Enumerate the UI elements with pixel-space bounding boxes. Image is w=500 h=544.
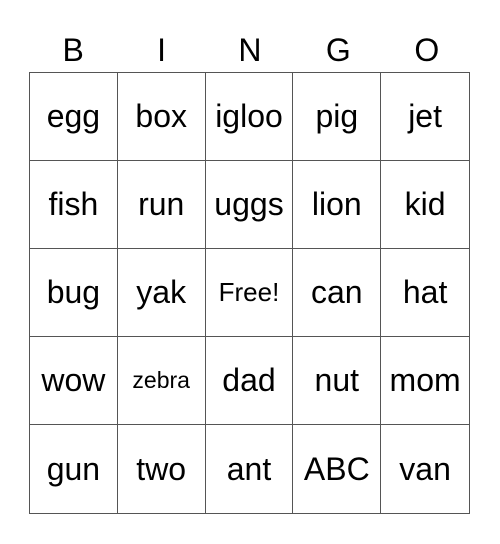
bingo-cell: jet [381,73,469,161]
header-letter-o: O [414,32,440,68]
bingo-cell: zebra [117,337,206,425]
header-letter-i: I [157,32,167,68]
header-letter-g: G [325,32,351,68]
bingo-header: B I N G O [29,28,471,72]
bingo-cell: ABC [293,425,382,513]
bingo-cell: van [399,450,451,487]
bingo-cell: dad [205,337,294,425]
bingo-cell: can [293,249,382,337]
header-letter-n: N [238,32,262,68]
bingo-cell: nut [293,337,382,425]
bingo-cell: run [117,161,206,249]
bingo-cell: mom [381,337,469,425]
bingo-cell: igloo [205,73,294,161]
bingo-cell: wow [30,337,118,425]
bingo-cell: bug [30,249,118,337]
bingo-cell: yak [117,249,206,337]
bingo-cell: pig [293,73,382,161]
bingo-cell: ant [206,425,294,513]
bingo-cell: lion [293,161,382,249]
bingo-cell: box [117,73,206,161]
bingo-cell: egg [30,73,118,161]
bingo-cell: uggs [205,161,294,249]
bingo-cell: two [118,425,206,513]
free-space-cell: Free! [205,249,294,337]
bingo-cell: kid [381,161,469,249]
header-letter-b: B [62,32,84,68]
bingo-cell: hat [381,249,469,337]
bingo-card: egg box igloo pig jet fish run uggs lion… [29,72,470,514]
bingo-cell: gun [30,425,118,513]
bingo-cell: fish [30,161,118,249]
